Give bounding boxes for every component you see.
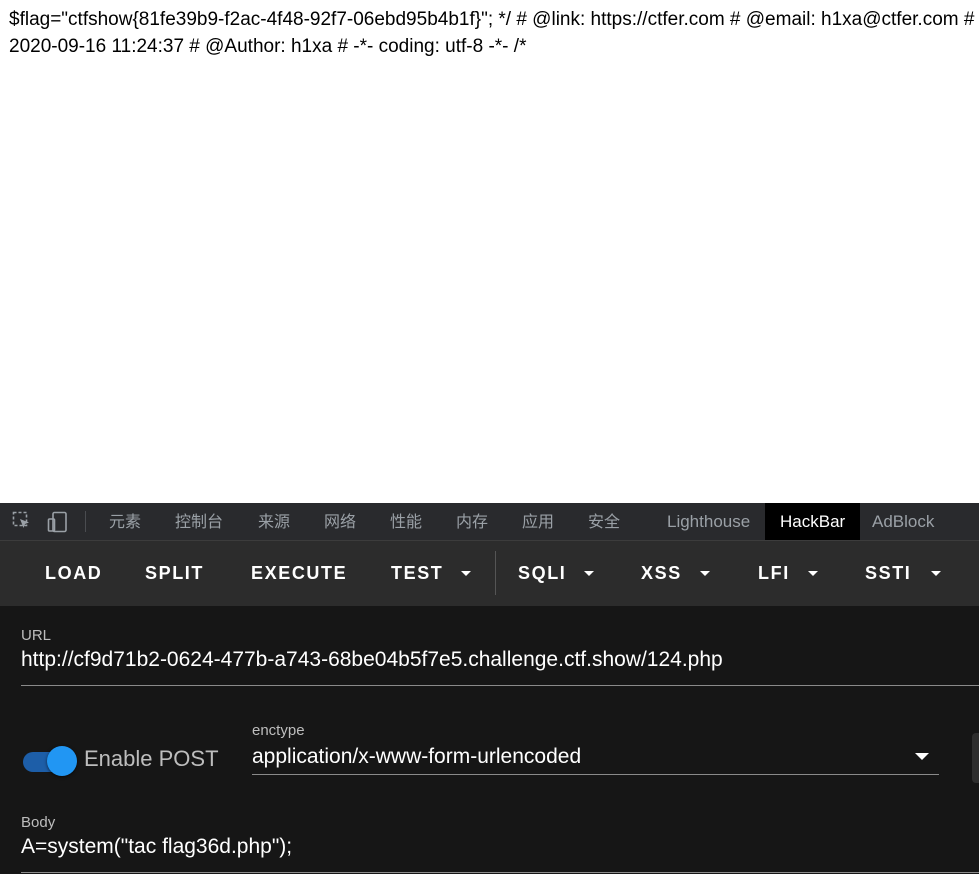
device-toolbar-icon[interactable] [47, 511, 67, 533]
body-field-underline [21, 872, 979, 873]
url-field[interactable]: http://cf9d71b2-0624-477b-a743-68be04b5f… [21, 648, 723, 672]
test-menu-button[interactable]: TEST [391, 541, 443, 606]
execute-button[interactable]: EXECUTE [251, 541, 347, 606]
ssti-menu-button[interactable]: SSTI [865, 541, 911, 606]
xss-menu-button[interactable]: XSS [641, 541, 682, 606]
tab-sources[interactable]: 来源 [258, 503, 290, 540]
enctype-select[interactable]: application/x-www-form-urlencoded [252, 745, 581, 769]
sqli-chevron-down-icon[interactable] [584, 571, 594, 576]
tab-performance[interactable]: 性能 [390, 503, 422, 540]
body-label: Body [21, 814, 56, 831]
body-field[interactable]: A=system("tac flag36d.php"); [21, 835, 292, 859]
inspect-element-icon[interactable] [12, 511, 32, 531]
tab-lighthouse[interactable]: Lighthouse [667, 503, 750, 540]
enable-post-toggle-knob[interactable] [47, 746, 77, 776]
tab-memory[interactable]: 内存 [456, 503, 488, 540]
sqli-menu-button[interactable]: SQLI [518, 541, 566, 606]
enctype-chevron-down-icon[interactable] [915, 753, 929, 760]
toolbar-divider [495, 551, 496, 595]
page-text-line-1: $flag="ctfshow{81fe39b9-f2ac-4f48-92f7-0… [9, 9, 979, 30]
devtools-tabbar: 元素 控制台 来源 网络 性能 内存 应用 安全 Lighthouse Hack… [0, 503, 979, 541]
url-label: URL [21, 627, 52, 644]
ssti-chevron-down-icon[interactable] [931, 571, 941, 576]
page-text-line-2: 2020-09-16 11:24:37 # @Author: h1xa # -*… [9, 36, 527, 57]
xss-chevron-down-icon[interactable] [700, 571, 710, 576]
enctype-label: enctype [252, 722, 305, 739]
tab-network[interactable]: 网络 [324, 503, 356, 540]
devtools-panel: 元素 控制台 来源 网络 性能 内存 应用 安全 Lighthouse Hack… [0, 503, 979, 874]
browser-page: $flag="ctfshow{81fe39b9-f2ac-4f48-92f7-0… [0, 0, 979, 874]
tabbar-divider [85, 511, 86, 532]
tab-application[interactable]: 应用 [522, 503, 554, 540]
lfi-chevron-down-icon[interactable] [808, 571, 818, 576]
split-button[interactable]: SPLIT [145, 541, 204, 606]
url-field-underline [21, 685, 979, 686]
tab-hackbar[interactable]: HackBar [765, 503, 861, 540]
enable-post-label: Enable POST [84, 746, 219, 771]
side-panel-handle[interactable] [972, 733, 979, 783]
tab-adblock[interactable]: AdBlock [872, 503, 934, 540]
tab-elements[interactable]: 元素 [109, 503, 141, 540]
load-button[interactable]: LOAD [45, 541, 102, 606]
tab-console[interactable]: 控制台 [175, 503, 223, 540]
page-content: $flag="ctfshow{81fe39b9-f2ac-4f48-92f7-0… [9, 6, 979, 60]
tab-security[interactable]: 安全 [588, 503, 620, 540]
lfi-menu-button[interactable]: LFI [758, 541, 790, 606]
enctype-select-underline [252, 774, 939, 775]
test-chevron-down-icon[interactable] [461, 571, 471, 576]
hackbar-toolbar: LOAD SPLIT EXECUTE TEST SQLI XSS LFI SST… [0, 541, 979, 606]
